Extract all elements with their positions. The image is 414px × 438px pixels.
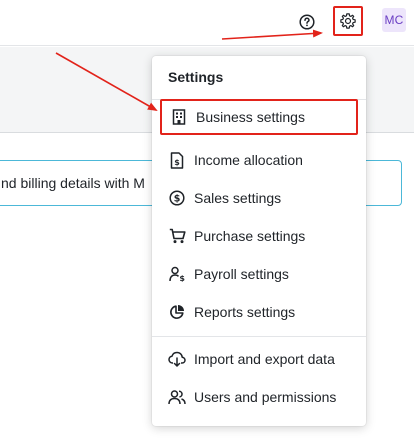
- settings-button[interactable]: [333, 6, 363, 36]
- menu-item-income-allocation[interactable]: $ Income allocation: [160, 142, 358, 178]
- top-bar: MC: [0, 0, 414, 46]
- gear-icon: [340, 13, 356, 29]
- cloud-transfer-icon: [168, 350, 186, 368]
- menu-item-label: Sales settings: [194, 190, 282, 206]
- svg-text:$: $: [174, 158, 180, 167]
- menu-item-label: Purchase settings: [194, 228, 306, 244]
- menu-item-label: Reports settings: [194, 304, 296, 320]
- pie-chart-icon: [168, 303, 186, 321]
- menu-item-label: Import and export data: [194, 351, 335, 367]
- building-icon: [170, 108, 188, 126]
- user-dollar-icon: $: [168, 265, 186, 283]
- settings-dropdown: Settings Business settings $ Income allo…: [152, 56, 366, 426]
- svg-text:$: $: [179, 274, 185, 282]
- divider: [152, 336, 366, 337]
- menu-item-label: Business settings: [196, 109, 305, 125]
- menu-item-payroll-settings[interactable]: $ Payroll settings: [160, 256, 358, 292]
- menu-item-label: Users and permissions: [194, 389, 337, 405]
- menu-item-users-permissions[interactable]: Users and permissions: [160, 379, 358, 415]
- help-circle-icon[interactable]: [296, 11, 318, 33]
- avatar[interactable]: MC: [382, 8, 406, 32]
- menu-item-import-export-data[interactable]: Import and export data: [160, 341, 358, 377]
- document-dollar-icon: $: [168, 151, 186, 169]
- menu-item-reports-settings[interactable]: Reports settings: [160, 294, 358, 330]
- dollar-circle-icon: $: [168, 189, 186, 207]
- svg-text:$: $: [174, 194, 181, 205]
- menu-item-business-settings[interactable]: Business settings: [160, 99, 358, 135]
- menu-item-label: Payroll settings: [194, 266, 289, 282]
- menu-item-label: Income allocation: [194, 152, 303, 168]
- menu-item-sales-settings[interactable]: $ Sales settings: [160, 180, 358, 216]
- menu-item-purchase-settings[interactable]: Purchase settings: [160, 218, 358, 254]
- users-icon: [168, 388, 186, 406]
- dropdown-title: Settings: [168, 69, 224, 85]
- shopping-cart-icon: [168, 227, 186, 245]
